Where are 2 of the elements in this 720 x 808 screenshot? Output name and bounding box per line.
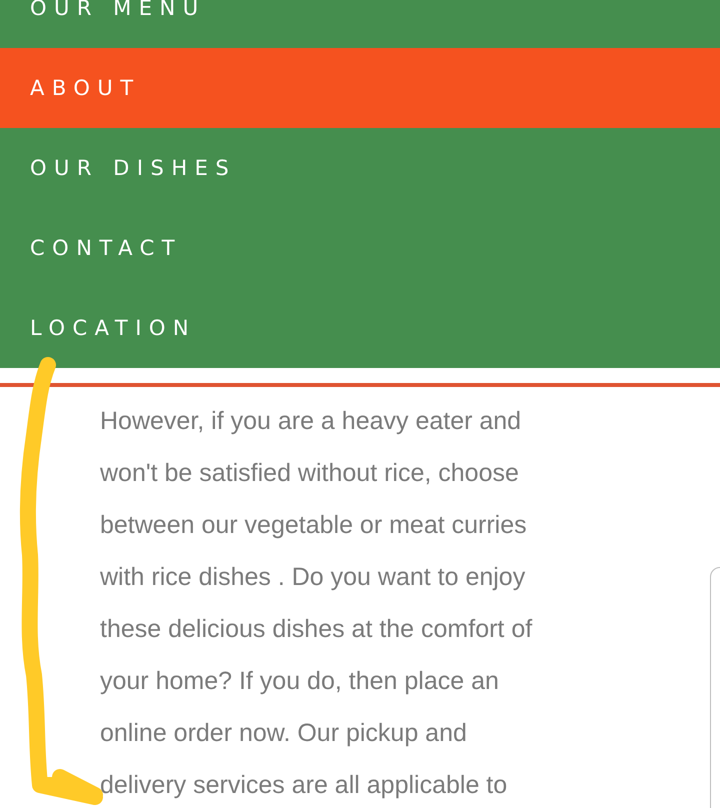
nav-item[interactable]: ABOUT	[0, 48, 720, 128]
body-paragraph: However, if you are a heavy eater and won't be satisfied without rice, choose between our vegetable or meat curries with rice dishes . Do you want to enjoy these delicious dishes at the comfort of your home? If you do, then place an online order now. Our pickup and delivery services are all applicable to	[100, 406, 534, 801]
